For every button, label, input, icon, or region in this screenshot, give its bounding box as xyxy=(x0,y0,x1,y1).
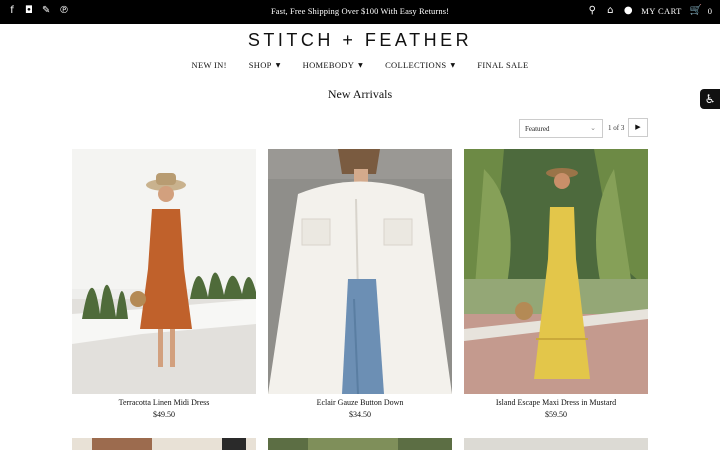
product-card[interactable]: Island Escape Maxi Dress in Mustard $59.… xyxy=(464,149,648,419)
header-actions: ⚲ ⌂ ● MY CART 🛒 0 xyxy=(587,5,712,17)
chevron-down-icon: ▼ xyxy=(275,61,281,69)
nav-item-label: SHOP xyxy=(248,60,272,70)
product-image[interactable] xyxy=(268,438,452,450)
nav-item-label: FINAL SALE xyxy=(477,60,529,70)
product-price: $59.50 xyxy=(545,410,567,419)
cart-icon[interactable]: 🛒 xyxy=(690,5,702,17)
cart-count: 0 xyxy=(707,6,712,16)
next-page-button[interactable]: ▶ xyxy=(628,118,648,137)
chevron-down-icon: ▼ xyxy=(450,61,456,69)
nav-item-label: COLLECTIONS xyxy=(385,60,447,70)
product-price: $49.50 xyxy=(153,410,175,419)
product-name[interactable]: Eclair Gauze Button Down xyxy=(268,398,452,407)
product-card[interactable]: Eclair Gauze Button Down $34.50 xyxy=(268,149,452,419)
nav-item-collections[interactable]: COLLECTIONS ▼ xyxy=(374,60,466,70)
site-logo[interactable]: STITCH + FEATHER xyxy=(0,30,720,51)
sort-select[interactable]: Featured ⌄ xyxy=(519,119,603,138)
product-image[interactable] xyxy=(268,149,452,394)
nav-item-homebody[interactable]: HOMEBODY ▼ xyxy=(292,60,374,70)
chevron-down-icon: ⌄ xyxy=(590,124,596,132)
pagination-status: 1 of 3 xyxy=(608,124,625,132)
nav-item-final-sale[interactable]: FINAL SALE xyxy=(466,60,539,70)
nav-item-label: NEW IN! xyxy=(191,60,227,70)
cart-link[interactable]: MY CART xyxy=(641,6,681,16)
chevron-down-icon: ▼ xyxy=(358,61,364,69)
product-card[interactable]: Terracotta Linen Midi Dress $49.50 xyxy=(72,149,256,419)
account-icon[interactable]: ● xyxy=(623,5,633,17)
product-name[interactable]: Terracotta Linen Midi Dress xyxy=(72,398,256,407)
nav-item-label: HOMEBODY xyxy=(302,60,355,70)
nav-item-shop[interactable]: SHOP ▼ xyxy=(238,60,292,70)
nav-item-new-in[interactable]: NEW IN! xyxy=(181,60,238,70)
accessibility-icon[interactable]: ♿ xyxy=(700,89,720,109)
page-title: New Arrivals xyxy=(327,87,393,101)
home-icon[interactable]: ⌂ xyxy=(605,5,615,17)
product-image[interactable] xyxy=(464,149,648,394)
announcement-bar: f ◘ ✎ ℗ Fast, Free Shipping Over $100 Wi… xyxy=(0,0,720,24)
product-image[interactable] xyxy=(464,438,648,450)
main-nav: NEW IN! SHOP ▼ HOMEBODY ▼ COLLECTIONS ▼ … xyxy=(0,60,720,70)
product-image[interactable] xyxy=(72,438,256,450)
product-price: $34.50 xyxy=(349,410,371,419)
product-name[interactable]: Island Escape Maxi Dress in Mustard xyxy=(464,398,648,407)
product-image[interactable] xyxy=(72,149,256,394)
sort-selected-value: Featured xyxy=(525,125,550,133)
search-icon[interactable]: ⚲ xyxy=(587,5,597,17)
